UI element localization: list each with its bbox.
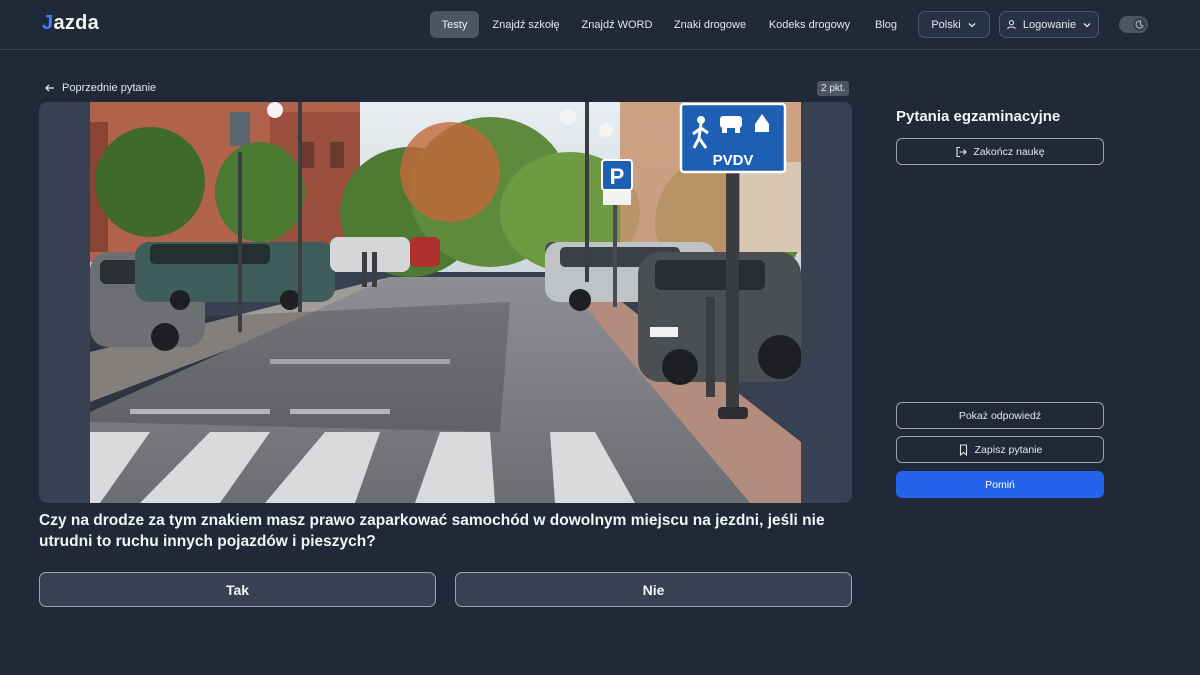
- save-question-button[interactable]: Zapisz pytanie: [896, 436, 1104, 463]
- language-select[interactable]: Polski: [918, 11, 990, 38]
- question-text: Czy na drodze za tym znakiem masz prawo …: [39, 512, 825, 550]
- nav-item-testy[interactable]: Testy: [430, 11, 479, 38]
- panel-title: Pytania egzaminacyjne: [896, 108, 1061, 125]
- parking-sign-text: P: [610, 164, 625, 189]
- question-image-frame: P PVDV: [39, 102, 852, 503]
- finish-learning-label: Zakończ naukę: [973, 145, 1045, 158]
- logout-icon: [956, 146, 968, 157]
- top-navbar: Jazda Testy Znajdź szkołę Znajdź WORD Zn…: [0, 0, 1200, 50]
- chevron-down-icon: [968, 22, 976, 27]
- skip-label: Pomiń: [985, 478, 1015, 491]
- finish-learning-button[interactable]: Zakończ naukę: [896, 138, 1104, 165]
- login-label: Logowanie: [1022, 18, 1077, 31]
- previous-question-link[interactable]: Poprzednie pytanie: [44, 80, 156, 96]
- zone-sign-text: PVDV: [713, 152, 754, 169]
- answer-no-button[interactable]: Nie: [455, 572, 852, 607]
- arrow-left-icon: [45, 84, 54, 92]
- nav-item-road-code[interactable]: Kodeks drogowy: [762, 11, 857, 38]
- nav-item-road-signs[interactable]: Znaki drogowe: [668, 11, 752, 38]
- nav-item-find-school[interactable]: Znajdź szkołę: [487, 11, 565, 38]
- question-photo: P PVDV: [90, 102, 801, 503]
- bookmark-icon: [959, 443, 967, 456]
- show-answer-label: Pokaż odpowiedź: [958, 409, 1042, 422]
- points-badge: 2 pkt.: [817, 81, 850, 96]
- nav-item-find-word[interactable]: Znajdź WORD: [576, 11, 658, 38]
- logo[interactable]: Jazda: [42, 12, 99, 35]
- show-answer-button[interactable]: Pokaż odpowiedź: [896, 402, 1104, 429]
- theme-toggle[interactable]: [1119, 16, 1148, 33]
- language-label: Polski: [931, 18, 961, 31]
- answer-yes-button[interactable]: Tak: [39, 572, 436, 607]
- skip-button[interactable]: Pomiń: [896, 471, 1104, 498]
- chevron-down-icon: [1083, 22, 1091, 27]
- user-icon: [1007, 20, 1016, 30]
- save-question-label: Zapisz pytanie: [974, 443, 1043, 456]
- street-scene-image: P PVDV: [90, 102, 801, 503]
- nav-item-blog[interactable]: Blog: [867, 11, 905, 38]
- login-button[interactable]: Logowanie: [999, 11, 1099, 38]
- logo-text: azda: [53, 12, 100, 34]
- logo-j: J: [42, 12, 54, 34]
- previous-question-label: Poprzednie pytanie: [62, 82, 157, 94]
- moon-icon: [1133, 18, 1146, 31]
